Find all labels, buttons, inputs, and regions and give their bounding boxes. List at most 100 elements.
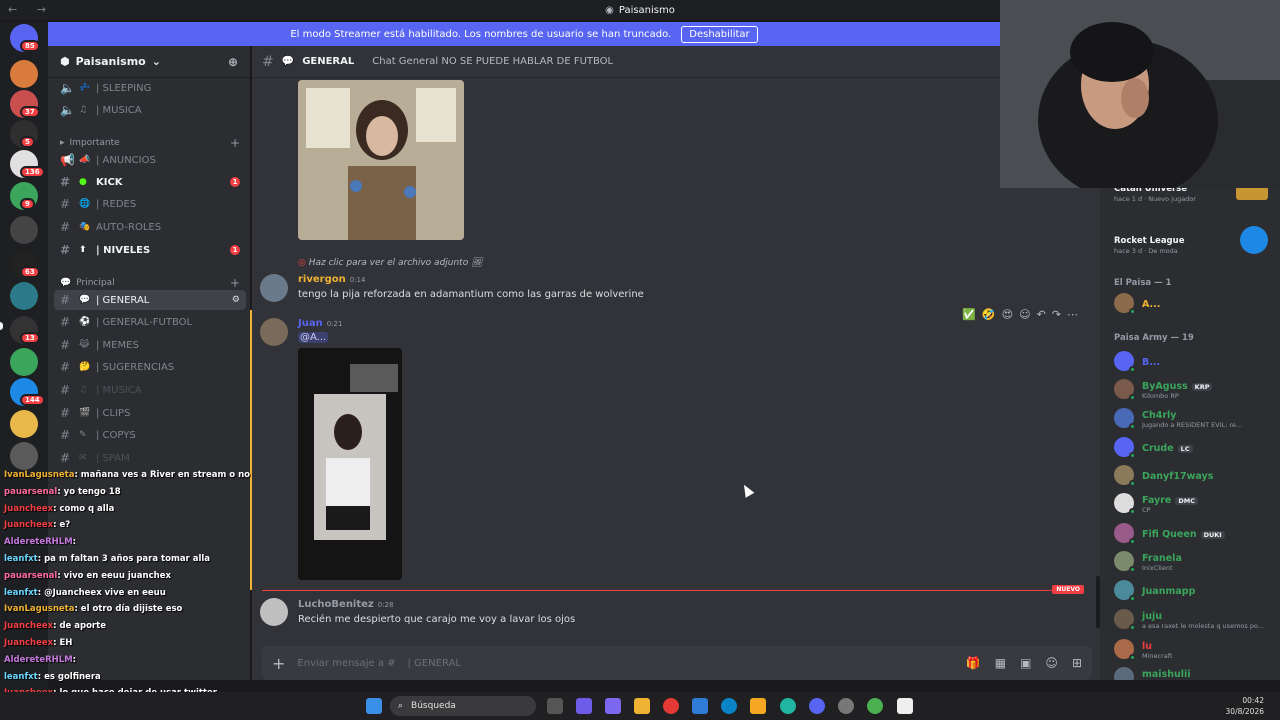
member-item[interactable]: ByAguss KRP Kilombo RP bbox=[1114, 376, 1276, 402]
more-icon[interactable]: ⋯ bbox=[1067, 308, 1078, 321]
message-author[interactable]: rivergon 0:14 bbox=[298, 274, 365, 285]
emoji-icon[interactable]: ☺ bbox=[1045, 656, 1058, 670]
channel-topic[interactable]: Chat General NO SE PUEDE HABLAR DE FUTBO… bbox=[372, 56, 613, 67]
avatar[interactable] bbox=[260, 274, 288, 302]
channel-general-futbol[interactable]: # ⚽ | GENERAL-FUTBOL bbox=[54, 312, 246, 332]
gif-icon[interactable]: ▦ bbox=[995, 656, 1006, 670]
system-clock[interactable]: 00:42 30/8/2026 bbox=[1226, 695, 1264, 717]
channel-anuncios[interactable]: 📢 📣 | ANUNCIOS bbox=[54, 150, 246, 170]
file-explorer-icon[interactable] bbox=[634, 698, 650, 714]
channel-memes[interactable]: # 😹 | MEMES bbox=[54, 335, 246, 355]
member-item[interactable]: Ch4rly Jugando a RESIDENT EVIL: re... bbox=[1114, 405, 1276, 431]
channel-general[interactable]: # 💬 | GENERAL ⚙ bbox=[54, 290, 246, 310]
check-reaction-icon[interactable]: ✅ bbox=[962, 308, 976, 321]
member-item[interactable]: Fifi Queen DUKI bbox=[1114, 520, 1276, 546]
avatar[interactable] bbox=[260, 598, 288, 626]
avatar[interactable] bbox=[260, 318, 288, 346]
channel-redes[interactable]: # 🌐 | REDES bbox=[54, 194, 246, 214]
film-icon: 🎬 bbox=[79, 408, 91, 418]
member-item[interactable]: Danyf17ways bbox=[1114, 462, 1276, 488]
taskbar-search[interactable]: ⌕ Búsqueda bbox=[390, 696, 536, 716]
up-arrow-icon: ⬆ bbox=[79, 245, 87, 255]
forward-icon[interactable]: ↷ bbox=[1052, 308, 1061, 321]
reply-preview[interactable]: ◎ Haz clic para ver el archivo adjunto 🖼 bbox=[298, 258, 483, 268]
image-attachment[interactable] bbox=[298, 80, 464, 240]
member-item[interactable]: Fayre DMC CP bbox=[1114, 490, 1276, 516]
hash-icon: # bbox=[262, 53, 274, 70]
search-label: Búsqueda bbox=[411, 701, 456, 711]
edge-icon[interactable] bbox=[721, 698, 737, 714]
notion-icon[interactable] bbox=[897, 698, 913, 714]
reply-icon[interactable]: ↶ bbox=[1037, 308, 1046, 321]
stream-chat-line: leanfxt: @Juancheex vive en eeuu bbox=[4, 588, 166, 598]
member-item[interactable]: A... bbox=[1114, 290, 1276, 316]
channel-niveles[interactable]: # ⬆ | NIVELES 1 bbox=[54, 240, 246, 260]
user-mention[interactable]: @A... bbox=[298, 332, 329, 343]
channel-copys[interactable]: # ✎ | COPYS bbox=[54, 425, 246, 445]
channel-sugerencias[interactable]: # 🤔 | SUGERENCIAS bbox=[54, 357, 246, 377]
app-icon[interactable] bbox=[780, 698, 796, 714]
task-view-icon[interactable] bbox=[547, 698, 563, 714]
add-channel-icon[interactable]: + bbox=[230, 276, 240, 290]
laugh-reaction-icon[interactable]: 🤣 bbox=[982, 308, 996, 321]
activity-card[interactable]: Rocket League hace 3 d · De moda bbox=[1114, 236, 1184, 255]
stream-chat-text: : mañana ves a River en stream o no bbox=[74, 470, 250, 480]
message-author[interactable]: LuchoBenitez 0:28 bbox=[298, 599, 393, 610]
server-icon[interactable] bbox=[10, 216, 38, 244]
chat-area: # 💬 GENERAL Chat General NO SE PUEDE HAB… bbox=[252, 46, 1100, 680]
disable-streamer-button[interactable]: Deshabilitar bbox=[681, 25, 758, 43]
member-item[interactable]: B... bbox=[1114, 348, 1276, 374]
settings-icon[interactable] bbox=[838, 698, 854, 714]
server-icon[interactable] bbox=[10, 282, 38, 310]
stream-chat-text: : pa m faltan 3 años para tomar alla bbox=[37, 554, 211, 564]
message-composer[interactable]: + Enviar mensaje a # | GENERAL 🎁 ▦ ▣ ☺ ⊞ bbox=[262, 646, 1092, 680]
image-attachment[interactable] bbox=[298, 348, 402, 580]
add-attachment-icon[interactable]: + bbox=[272, 654, 285, 673]
server-header[interactable]: ⬢ Paisanismo ⌄ ⊕ bbox=[48, 46, 250, 78]
channel-musica[interactable]: # ♫ | MUSICA bbox=[54, 380, 246, 400]
member-item[interactable]: lu Minecraft bbox=[1114, 636, 1276, 662]
apps-icon[interactable]: ⊞ bbox=[1072, 656, 1082, 670]
stream-chat-text: : EH bbox=[53, 638, 73, 648]
channel-settings-icon[interactable]: ⚙ bbox=[232, 295, 240, 305]
love-reaction-icon[interactable]: 😍 bbox=[1002, 308, 1013, 321]
add-member-icon[interactable]: ⊕ bbox=[228, 55, 238, 69]
chrome-icon[interactable] bbox=[867, 698, 883, 714]
member-status: Minecraft bbox=[1142, 652, 1173, 660]
voice-channel-sleeping[interactable]: 🔈 💤 | SLEEPING bbox=[54, 78, 246, 98]
channel-clips[interactable]: # 🎬 | CLIPS bbox=[54, 403, 246, 423]
server-icon[interactable] bbox=[10, 348, 38, 376]
sticker-icon[interactable]: ▣ bbox=[1020, 656, 1031, 670]
channel-auto-roles[interactable]: # 🎭 AUTO-ROLES bbox=[54, 217, 246, 237]
channel-label: AUTO-ROLES bbox=[96, 221, 162, 233]
windows-start-icon[interactable] bbox=[366, 698, 382, 714]
server-icon[interactable] bbox=[10, 410, 38, 438]
member-item[interactable]: Juanmapp bbox=[1114, 577, 1276, 603]
discord-taskbar-icon[interactable] bbox=[809, 698, 825, 714]
add-channel-icon[interactable]: + bbox=[230, 136, 240, 150]
category-importante[interactable]: ▸ Importante + bbox=[60, 136, 240, 150]
folder-icon[interactable] bbox=[750, 698, 766, 714]
member-item[interactable]: maishuliibuon amore.. bbox=[1114, 664, 1276, 680]
member-item[interactable]: Franela InixClient bbox=[1114, 548, 1276, 574]
member-item[interactable]: Crude LC bbox=[1114, 434, 1276, 460]
gift-icon[interactable]: 🎁 bbox=[966, 656, 981, 670]
opera-icon[interactable] bbox=[663, 698, 679, 714]
server-icon[interactable] bbox=[10, 60, 38, 88]
add-reaction-icon[interactable]: ☺ bbox=[1019, 308, 1030, 321]
voice-channel-musica[interactable]: 🔈 ♫ | MUSICA bbox=[54, 100, 246, 120]
category-principal[interactable]: 💬 Principal + bbox=[60, 276, 240, 290]
speaker-icon: 🔈 bbox=[60, 103, 75, 117]
member-info: Franela InixClient bbox=[1142, 550, 1182, 572]
stream-chat-text: : como q alla bbox=[53, 503, 115, 514]
app-icon[interactable] bbox=[576, 698, 592, 714]
server-badge: 63 bbox=[20, 266, 40, 278]
message-author[interactable]: Juan 0:21 bbox=[298, 318, 342, 329]
nav-arrows[interactable]: ← → bbox=[8, 3, 54, 16]
store-icon[interactable] bbox=[692, 698, 708, 714]
app-icon[interactable] bbox=[605, 698, 621, 714]
member-info: ByAguss KRP Kilombo RP bbox=[1142, 378, 1213, 400]
member-info: maishuliibuon amore.. bbox=[1142, 666, 1191, 680]
member-item[interactable]: juju a esa raxet le molesta q usemos po..… bbox=[1114, 606, 1276, 632]
channel-kick[interactable]: # ● KICK 1 bbox=[54, 172, 246, 192]
